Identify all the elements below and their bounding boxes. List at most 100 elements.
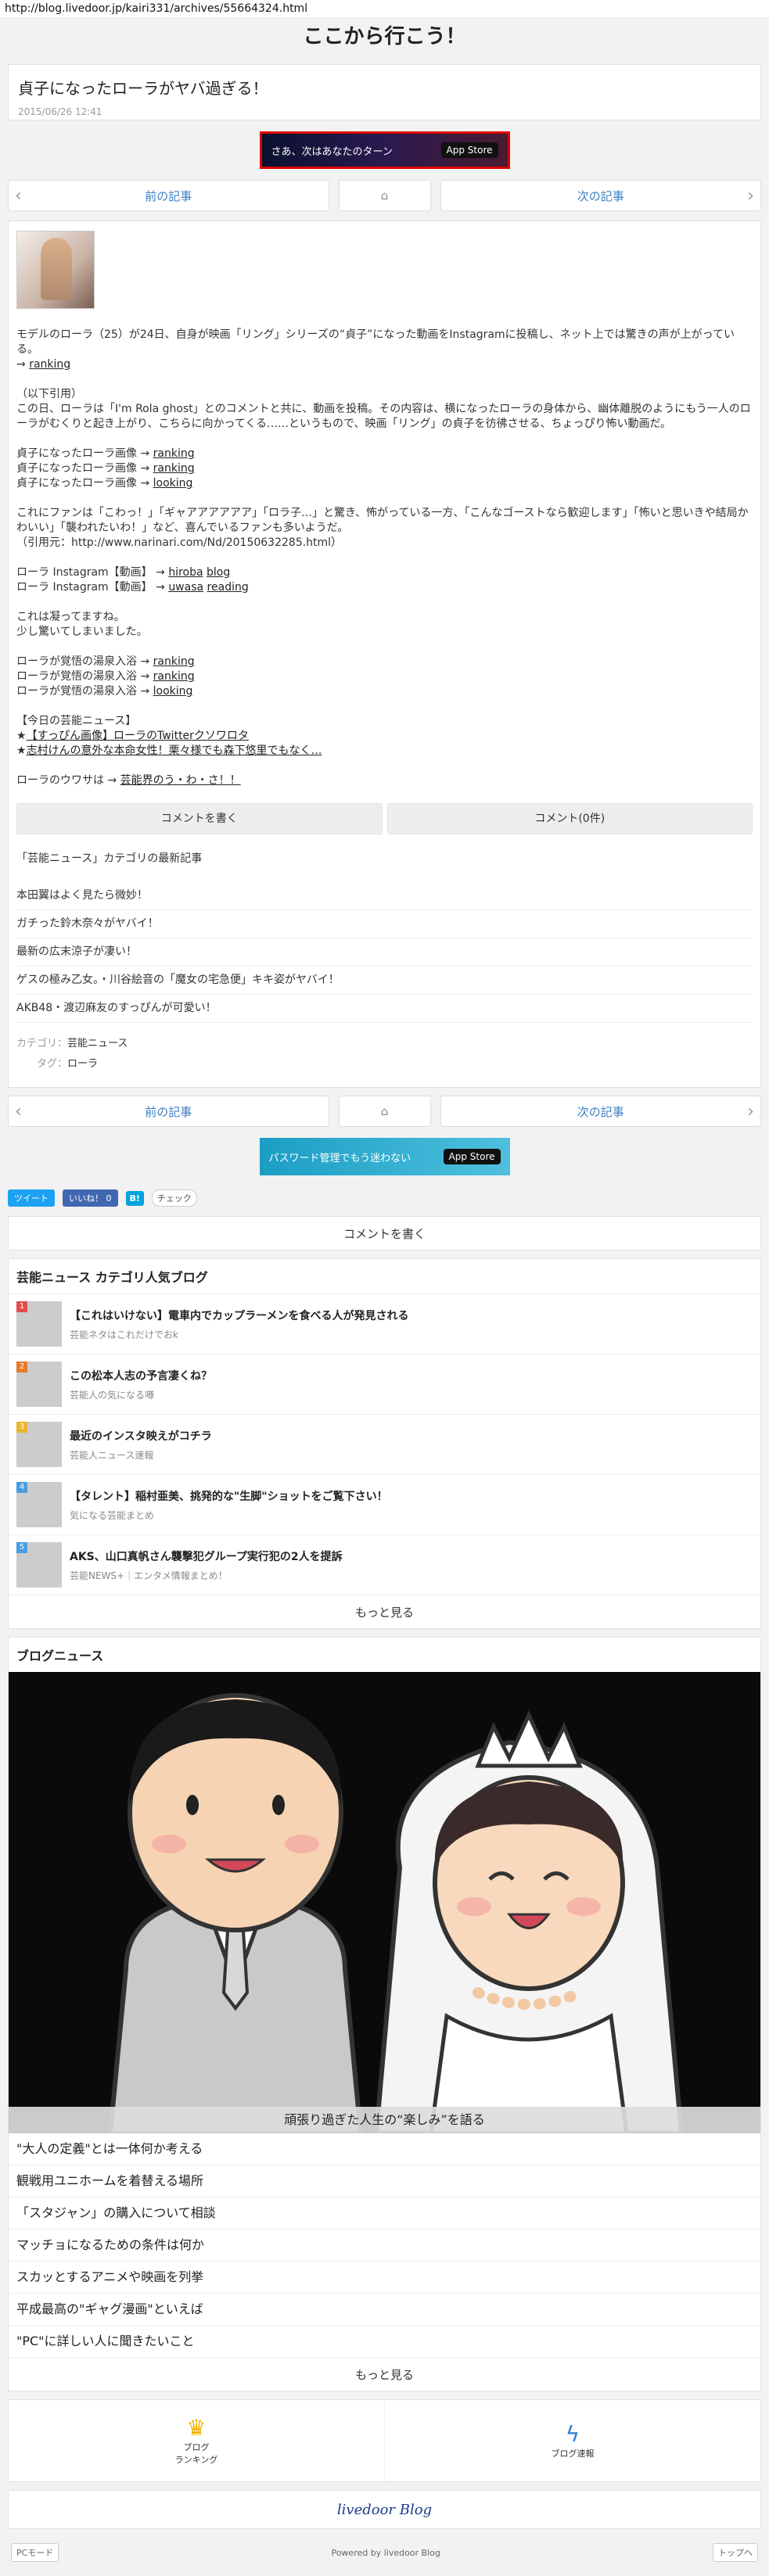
blog-ranking-label-1: ブログ <box>183 2442 210 2452</box>
list-item[interactable]: 観戦用ユニホームを着替える場所 <box>9 2165 760 2197</box>
tweet-button[interactable]: ツイート <box>8 1189 55 1207</box>
blog-news-label: ブログ速報 <box>551 2449 595 2459</box>
blog-news: ブログニュース 頑張り過ぎた人生の“楽しみ”を語る "大人の定義"とは一体何か考… <box>8 1637 761 2391</box>
ad-banner-text: パスワード管理でもう迷わない <box>268 1152 411 1164</box>
image-links: 貞子になったローラ画像 → ranking 貞子になったローラ画像 → rank… <box>16 447 195 490</box>
blog-news-title: ブログニュース <box>16 1649 104 1663</box>
list-item[interactable]: ガチった鈴木奈々がヤバイ！ <box>16 910 753 938</box>
site-title[interactable]: ここから行こう！ <box>0 17 769 64</box>
popular-blogs-title: 芸能ニュース カテゴリ人気ブログ <box>9 1259 760 1294</box>
popular-blogs: 芸能ニュース カテゴリ人気ブログ 1 【これはいけない】電車内でカップラーメンを食… <box>8 1258 761 1629</box>
powered-by: Powered by livedoor Blog <box>331 2547 440 2558</box>
pc-mode-button[interactable]: PCモード <box>11 2543 59 2562</box>
facebook-like-button[interactable]: いいね！ 0 <box>63 1189 118 1207</box>
list-item[interactable]: マッチョになるための条件は何か <box>9 2230 760 2262</box>
blog-ranking-link[interactable]: ♛ ブログ ランキング <box>9 2400 385 2481</box>
rank-blog-name: 芸能NEWS+｜エンタメ情報まとめ！ <box>70 1570 228 1581</box>
hatena-bookmark-button[interactable]: B! <box>125 1190 144 1206</box>
insta-link-hiroba[interactable]: hiroba <box>168 566 203 579</box>
rumor-link[interactable]: 芸能界のう・わ・さ！！ <box>120 774 241 787</box>
rumor-line: ローラのウワサは → 芸能界のう・わ・さ！！ <box>16 774 241 787</box>
ad-banner-bottom[interactable]: パスワード管理でもう迷わない App Store <box>259 1138 510 1175</box>
news-feature-caption[interactable]: 頑張り過ぎた人生の“楽しみ”を語る <box>9 2107 760 2133</box>
next-article-button[interactable]: 次の記事 <box>440 180 761 211</box>
image-link-3[interactable]: looking <box>153 477 193 490</box>
tag-link[interactable]: ローラ <box>67 1058 98 1070</box>
app-store-label: App Store <box>448 1151 495 1162</box>
home-button[interactable]: ⌂ <box>338 1096 431 1127</box>
prev-article-button[interactable]: 前の記事 <box>8 180 329 211</box>
rank-blog-name: 芸能人の気になる噂 <box>70 1389 155 1401</box>
app-store-badge: App Store <box>440 142 498 158</box>
next-article-button[interactable]: 次の記事 <box>440 1096 761 1127</box>
back-to-top-button[interactable]: トップへ <box>713 2543 758 2562</box>
rank-thumbnail: 4 <box>16 1482 62 1527</box>
bath-links: ローラが覚悟の湯泉入浴 → ranking ローラが覚悟の湯泉入浴 → rank… <box>16 655 195 698</box>
rank-text: この松本人志の予言凄くね？ 芸能人の気になる噂 <box>70 1368 212 1401</box>
rank-thumbnail: 3 <box>16 1422 62 1467</box>
article-body: モデルのローラ（25）が24日、自身が映画「リング」シリーズの“貞子”になった動… <box>8 221 761 1088</box>
list-item[interactable]: 「スタジャン」の購入について相談 <box>9 2197 760 2230</box>
category-label: カテゴリ： <box>16 1038 68 1049</box>
popular-more-button[interactable]: もっと見る <box>9 1595 760 1628</box>
author-comment: これは凝ってますね。 少し驚いてしまいました。 <box>16 611 148 638</box>
article-title: 貞子になったローラがヤバ過ぎる！ <box>18 79 268 98</box>
list-item[interactable]: ゲスの極み乙女。・川谷絵音の「魔女の宅急便」キキ姿がヤバイ！ <box>16 967 753 995</box>
blognews-more-button[interactable]: もっと見る <box>9 2358 760 2391</box>
category-latest-list: 本田翼はよく見たら微妙！ ガチった鈴木奈々がヤバイ！ 最新の広末涼子が凄い！ ゲ… <box>16 882 753 1023</box>
insta-link-blog[interactable]: blog <box>207 566 230 579</box>
prev-article-button[interactable]: 前の記事 <box>8 1096 329 1127</box>
article-paragraph: モデルのローラ（25）が24日、自身が映画「リング」シリーズの“貞子”になった動… <box>16 328 735 371</box>
bath-link-2[interactable]: ranking <box>153 670 195 683</box>
article-thumbnail[interactable] <box>16 231 95 309</box>
rank-title: この松本人志の予言凄くね？ <box>70 1369 212 1383</box>
today-news-link-2[interactable]: 志村けんの意外な本命女性！栗々様でも森下悠里でもなく… <box>27 744 322 757</box>
list-item[interactable]: 平成最高の"ギャグ漫画"といえば <box>9 2294 760 2326</box>
rank-text: AKS、山口真帆さん襲撃犯グループ実行犯の2人を提訴 芸能NEWS+｜エンタメ情報… <box>70 1548 343 1582</box>
news-feature-image[interactable]: 頑張り過ぎた人生の“楽しみ”を語る <box>9 1672 760 2133</box>
crown-icon: ♛ <box>186 2415 207 2441</box>
insta-link-uwasa[interactable]: uwasa <box>168 581 203 594</box>
rank-thumbnail: 1 <box>16 1301 62 1347</box>
list-item[interactable]: "大人の定義"とは一体何か考える <box>9 2133 760 2165</box>
write-comment-button[interactable]: コメントを書く <box>16 803 383 834</box>
today-news-link-1[interactable]: 【すっぴん画像】ローラのTwitterクソワロタ <box>27 730 249 742</box>
table-row[interactable]: 3 最近のインスタ映えがコチラ 芸能人ニュース速報 <box>9 1415 760 1475</box>
bath-link-1[interactable]: ranking <box>153 655 195 668</box>
home-icon: ⌂ <box>380 188 389 203</box>
image-link-2[interactable]: ranking <box>153 462 195 475</box>
rank-blog-name: 芸能人ニュース速報 <box>70 1449 154 1461</box>
image-link-1[interactable]: ranking <box>153 447 195 460</box>
list-item[interactable]: AKB48・渡辺麻友のすっぴんが可愛い！ <box>16 995 753 1023</box>
livedoor-blog-logo[interactable]: livedoor Blog <box>8 2490 761 2529</box>
table-row[interactable]: 4 【タレント】稲村亜美、挑発的な"生脚"ショットをご覧下さい！ 気になる芸能まとめ <box>9 1475 760 1535</box>
list-item[interactable]: 本田翼はよく見たら微妙！ <box>16 882 753 910</box>
table-row[interactable]: 5 AKS、山口真帆さん襲撃犯グループ実行犯の2人を提訴 芸能NEWS+｜エンタメ情… <box>9 1535 760 1595</box>
ad-banner-text: さあ、次はあなたのターン <box>271 145 393 158</box>
rank-text: 【これはいけない】電車内でカップラーメンを食べる人が発見される 芸能ネタはこれだけ… <box>70 1308 408 1341</box>
view-comments-button[interactable]: コメント(0件) <box>386 803 753 834</box>
list-item[interactable]: 最新の広末涼子が凄い！ <box>16 938 753 967</box>
ranking-link[interactable]: ranking <box>29 358 70 371</box>
table-row[interactable]: 2 この松本人志の予言凄くね？ 芸能人の気になる噂 <box>9 1354 760 1415</box>
list-item[interactable]: スカッとするアニメや映画を列挙 <box>9 2262 760 2294</box>
category-link[interactable]: 芸能ニュース <box>67 1038 128 1049</box>
article-header: 貞子になったローラがヤバ過ぎる！ 2015/06/26 12:41 <box>8 64 761 120</box>
bath-link-3[interactable]: looking <box>153 685 193 698</box>
list-item[interactable]: "PC"に詳しい人に聞きたいこと <box>9 2326 760 2358</box>
table-row[interactable]: 1 【これはいけない】電車内でカップラーメンを食べる人が発見される 芸能ネタはこれだ… <box>9 1294 760 1354</box>
article-pager-bottom: 前の記事 ⌂ 次の記事 <box>8 1096 761 1127</box>
rank-number: 5 <box>16 1542 27 1553</box>
insta-link-reading[interactable]: reading <box>207 581 249 594</box>
rank-title: 最近のインスタ映えがコチラ <box>70 1430 212 1443</box>
url-bar[interactable]: http://blog.livedoor.jp/kairi331/archive… <box>0 0 769 17</box>
livedoor-check-button[interactable]: チェック <box>151 1189 197 1207</box>
comment-buttons: コメントを書く コメント(0件) <box>16 803 753 834</box>
write-comment-wide-button[interactable]: コメントを書く <box>8 1216 761 1250</box>
blog-news-link[interactable]: ϟ ブログ速報 <box>385 2400 760 2481</box>
ad-banner-top[interactable]: さあ、次はあなたのターン App Store <box>259 131 510 169</box>
lightning-icon: ϟ <box>565 2421 580 2447</box>
rank-blog-name: 芸能ネタはこれだけでおk <box>70 1329 178 1340</box>
rank-thumbnail: 2 <box>16 1362 62 1407</box>
home-button[interactable]: ⌂ <box>338 180 431 211</box>
